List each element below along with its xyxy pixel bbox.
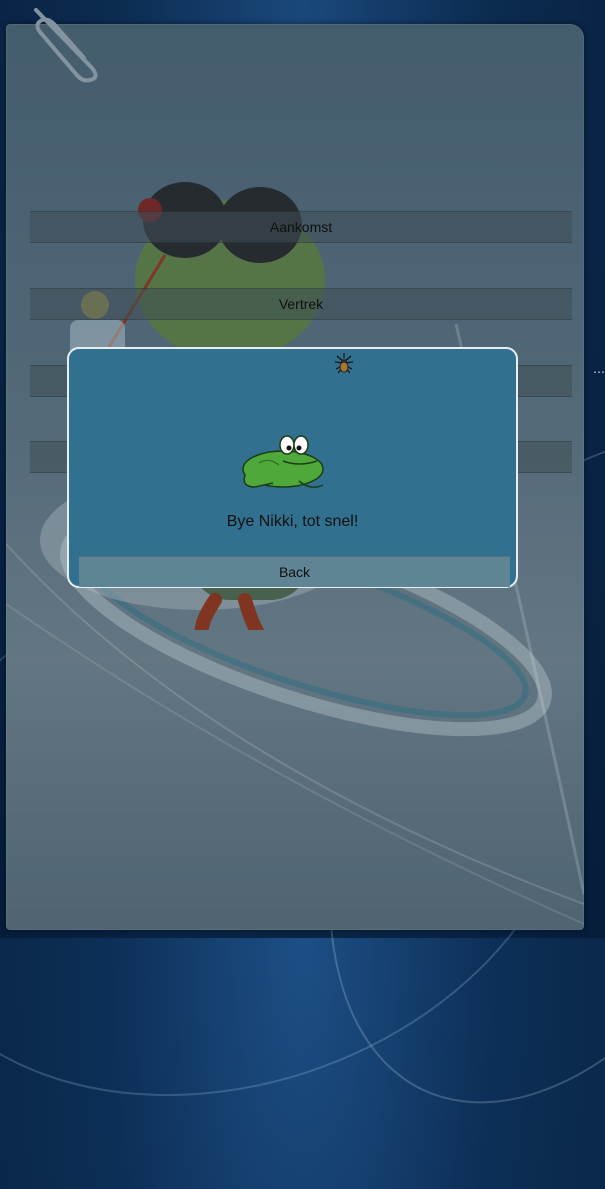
goodbye-dialog: Bye Nikki, tot snel! Back <box>67 347 518 588</box>
overflow-dots: ⋯ <box>593 365 605 379</box>
spider-icon <box>334 353 354 374</box>
back-button[interactable]: Back <box>79 556 510 587</box>
frog-icon <box>242 435 324 488</box>
goodbye-message: Bye Nikki, tot snel! <box>226 513 359 530</box>
